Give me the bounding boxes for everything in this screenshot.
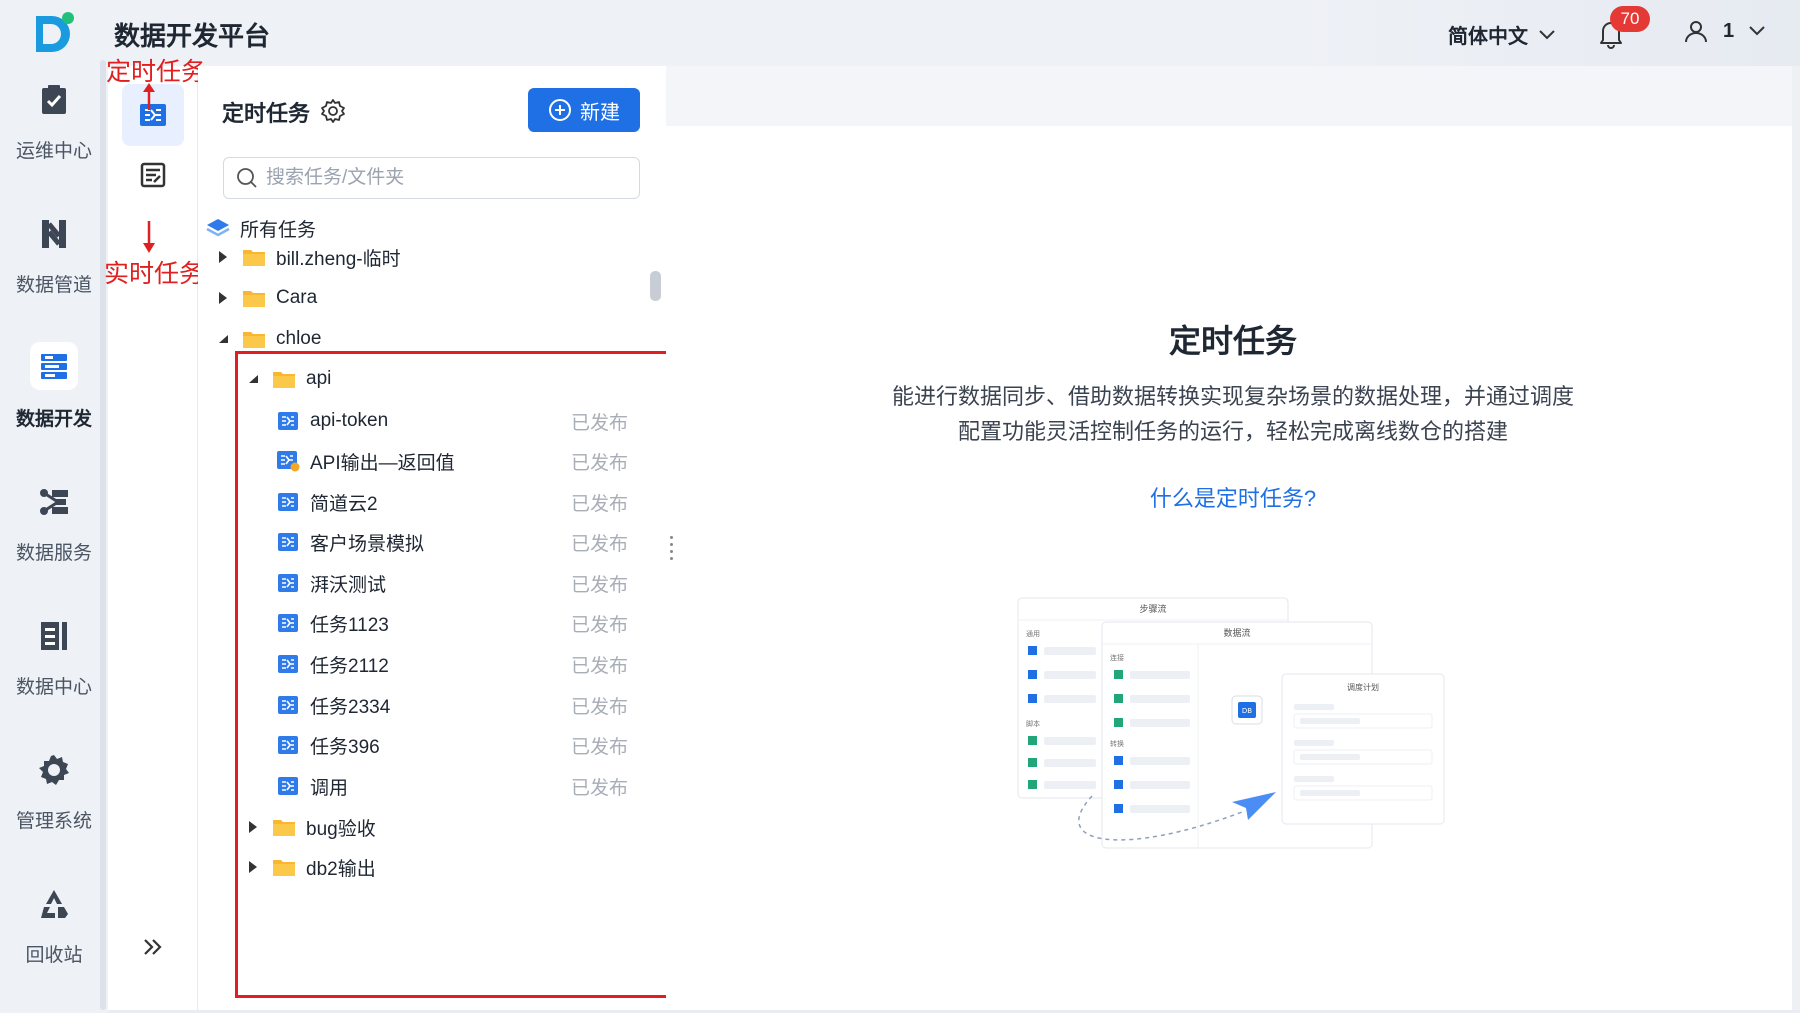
language-label: 简体中文 (1448, 26, 1528, 48)
illus-card2-title: 数据流 (1223, 627, 1250, 639)
realtime-task-icon (140, 162, 166, 188)
nav-item-label: 数据管道 (15, 275, 92, 296)
annotation-realtime-label: 实时任务 (104, 260, 205, 288)
illus-connect-label: 连接 (1110, 653, 1124, 662)
annotation-arrow-up (143, 83, 155, 110)
expand-icon[interactable] (138, 932, 168, 962)
folder-open-icon (242, 328, 266, 350)
nav-item-label: 运维中心 (15, 141, 92, 162)
nav-item-label: 管理系统 (15, 811, 92, 832)
data-center-icon (34, 616, 74, 656)
nav-item-label: 数据中心 (15, 677, 92, 698)
illus-db-tag: DB (1242, 707, 1252, 715)
tree-item-label: bill.zheng-临时 (276, 248, 401, 270)
language-selector[interactable]: 简体中文 (1448, 20, 1556, 49)
app-title: 数据开发平台 (114, 21, 271, 51)
plus-circle-icon (549, 99, 571, 121)
caret-collapsed-icon[interactable] (216, 291, 230, 305)
top-header: 数据开发平台 简体中文 70 1 (108, 0, 1800, 66)
illus-script-label: 脚本 (1026, 719, 1040, 728)
data-dev-icon (30, 342, 78, 390)
chevron-down-icon (1539, 29, 1555, 39)
settings-gear-icon[interactable] (320, 98, 346, 124)
pipeline-icon (34, 214, 74, 254)
folder-item[interactable]: bill.zheng-临时 (198, 237, 658, 277)
scheduled-task-illustration: 步骤流 通用 脚本 数据流 连接 转换 DB 调度计划 (1017, 597, 1445, 849)
folder-icon (242, 246, 266, 268)
illus-card3-title: 调度计划 (1347, 682, 1379, 692)
search-input[interactable] (266, 167, 626, 189)
new-task-label: 新建 (580, 101, 620, 124)
intro-panel: 定时任务 能进行数据同步、借助数据转换实现复杂场景的数据处理，并通过调度配置功能… (666, 66, 1800, 1010)
intro-description: 能进行数据同步、借助数据转换实现复杂场景的数据处理，并通过调度配置功能灵活控制任… (891, 384, 1574, 444)
user-icon (1685, 21, 1707, 43)
user-name: 1 (1723, 19, 1735, 42)
realtime-task-mode-button[interactable] (122, 144, 184, 206)
tree-item-label: chloe (276, 328, 322, 349)
clipboard-check-icon (34, 80, 74, 120)
mode-switcher (108, 66, 198, 1010)
app-logo (36, 12, 74, 52)
nav-item-2[interactable]: 数据开发 (0, 342, 108, 458)
new-task-button[interactable]: 新建 (528, 88, 640, 132)
folder-item[interactable]: Cara (198, 278, 658, 318)
nav-item-0[interactable]: 运维中心 (0, 80, 108, 190)
panel-title: 定时任务 (222, 101, 311, 126)
nav-item-label: 回收站 (25, 945, 83, 966)
left-nav: 运维中心数据管道数据开发数据服务数据中心管理系统回收站 (0, 0, 108, 1013)
nav-item-label: 数据开发 (15, 409, 92, 430)
illus-general-label: 通用 (1026, 629, 1040, 638)
illus-transform-label: 转换 (1110, 739, 1124, 748)
right-top-bar (666, 66, 1800, 126)
nav-item-6[interactable]: 回收站 (0, 884, 108, 994)
search-icon (237, 168, 257, 188)
annotation-scheduled-label: 定时任务 (106, 58, 207, 86)
nav-item-5[interactable]: 管理系统 (0, 750, 108, 860)
caret-expanded-icon[interactable] (216, 332, 230, 346)
nav-item-3[interactable]: 数据服务 (0, 482, 108, 592)
nav-item-label: 数据服务 (15, 543, 92, 564)
nav-item-4[interactable]: 数据中心 (0, 616, 108, 726)
user-menu[interactable]: 1 (1683, 18, 1766, 44)
tree-item-label: Cara (276, 287, 318, 308)
what-is-scheduled-task-link[interactable]: 什么是定时任务? (666, 481, 1800, 513)
notification-badge: 70 (1610, 6, 1650, 32)
folder-icon (242, 287, 266, 309)
caret-collapsed-icon[interactable] (216, 250, 230, 264)
annotation-arrow-down (143, 221, 155, 253)
highlight-box (235, 351, 669, 998)
recycle-icon (34, 884, 74, 924)
search-box (223, 157, 640, 199)
data-service-icon (34, 482, 74, 522)
chevron-down-icon (1749, 26, 1765, 36)
intro-title: 定时任务 (1168, 323, 1297, 359)
nav-scrollbar[interactable] (100, 60, 106, 1010)
panel-splitter[interactable] (666, 536, 676, 560)
right-scrollbar[interactable] (1792, 66, 1800, 1010)
gear-icon (34, 750, 74, 790)
tree-scrollbar-thumb[interactable] (650, 271, 661, 301)
illus-card1-title: 步骤流 (1139, 603, 1166, 615)
nav-item-1[interactable]: 数据管道 (0, 214, 108, 324)
layers-icon (206, 217, 230, 239)
